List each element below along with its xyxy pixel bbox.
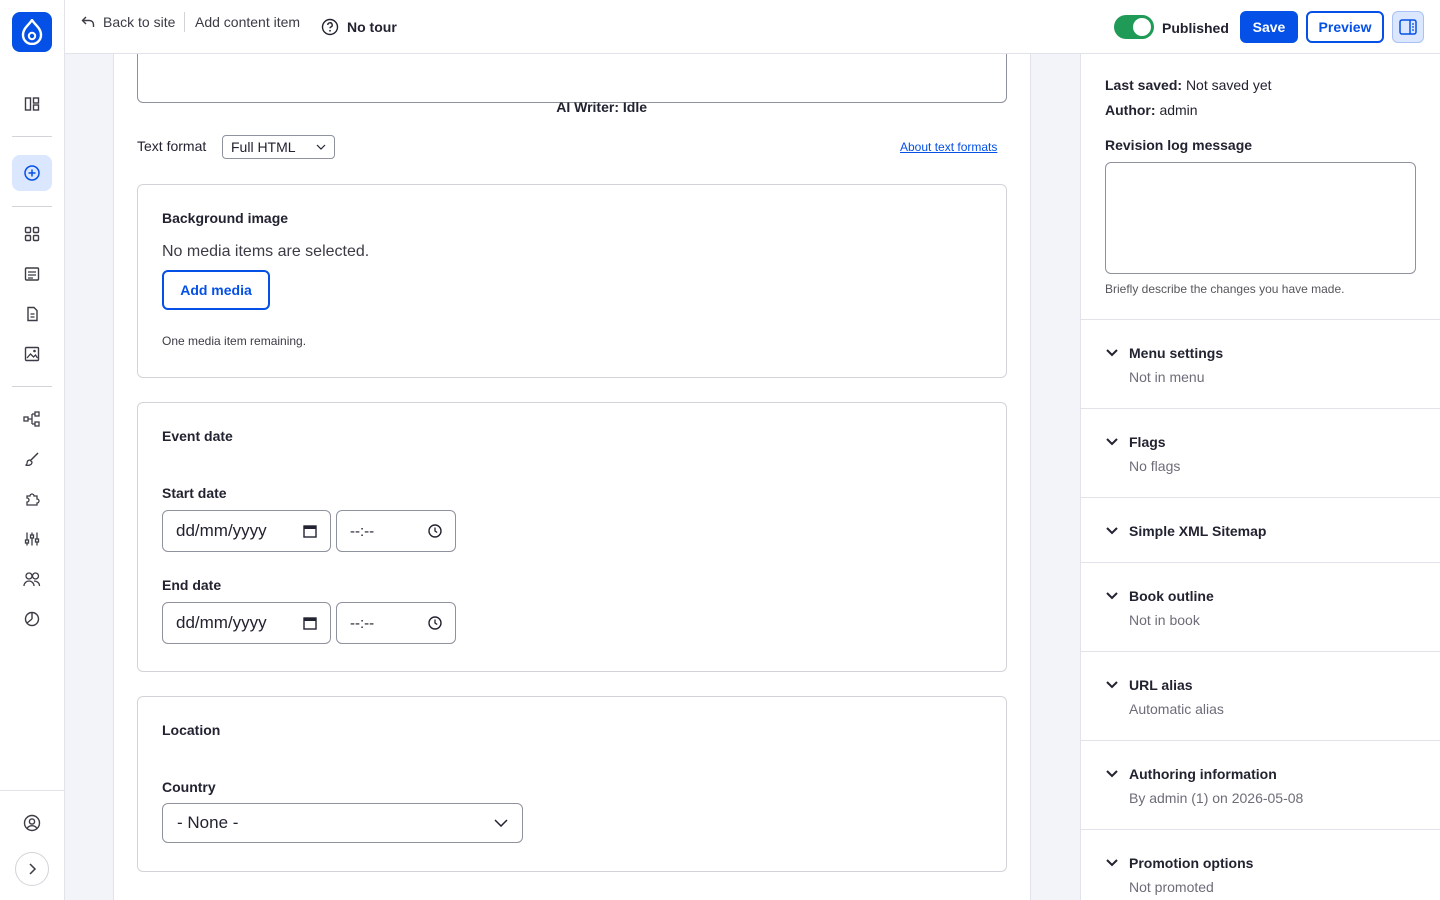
chevron-down-icon (1105, 348, 1119, 358)
accordion-header[interactable]: URL alias (1105, 677, 1193, 693)
chevron-down-icon (1105, 437, 1119, 447)
start-date-label: Start date (162, 485, 227, 501)
chevron-down-icon (1105, 591, 1119, 601)
calendar-icon[interactable] (303, 616, 317, 630)
location-field: Location Country - None - (137, 696, 1007, 872)
add-content-item-label: Add content item (195, 14, 301, 30)
accordion-header[interactable]: Authoring information (1105, 766, 1277, 782)
topbar-divider (184, 12, 185, 32)
menu-settings-summary: Not in menu (1129, 369, 1205, 385)
back-to-site-link[interactable]: Back to site (81, 14, 175, 30)
start-time-placeholder: --:-- (350, 522, 375, 540)
save-button[interactable]: Save (1240, 11, 1298, 43)
revision-log-help: Briefly describe the changes you have ma… (1105, 282, 1345, 296)
meta-sidebar: Last saved: Not saved yet Author: admin … (1080, 54, 1440, 900)
accordion-header[interactable]: Flags (1105, 434, 1166, 450)
text-format-label: Text format (137, 138, 207, 154)
text-format-select[interactable]: Full HTML (222, 135, 335, 159)
end-time-placeholder: --:-- (350, 614, 375, 632)
tour-button[interactable]: No tour (321, 18, 397, 36)
body-editor[interactable] (137, 54, 1007, 103)
end-date-placeholder: dd/mm/yyyy (176, 613, 267, 632)
flags-title: Flags (1129, 434, 1166, 450)
chevron-down-icon (494, 819, 508, 827)
chevron-down-icon (1105, 769, 1119, 779)
add-content-item-link[interactable]: Add content item (195, 14, 300, 30)
accordion-url-alias[interactable]: URL alias Automatic alias (1081, 651, 1440, 740)
calendar-icon[interactable] (303, 524, 317, 538)
url-alias-title: URL alias (1129, 677, 1193, 693)
location-title: Location (162, 722, 221, 738)
end-date-input[interactable]: dd/mm/yyyy (162, 602, 331, 644)
add-media-button[interactable]: Add media (162, 270, 270, 310)
start-time-input[interactable]: --:-- (336, 510, 456, 552)
accordion-header[interactable]: Menu settings (1105, 345, 1223, 361)
main-scroll-area: AI Writer: Idle Text format Full HTML Ab… (0, 54, 1080, 900)
accordion-simple-xml-sitemap[interactable]: Simple XML Sitemap (1081, 497, 1440, 562)
country-select[interactable]: - None - (162, 803, 523, 843)
background-image-title: Background image (162, 210, 289, 226)
media-remaining-text: One media item remaining. (162, 334, 307, 348)
authoring-information-summary: By admin (1) on 2026-05-08 (1129, 790, 1304, 806)
author: Author: admin (1105, 102, 1198, 118)
last-saved-value: Not saved yet (1185, 77, 1272, 93)
sidebar-toggle-icon[interactable] (1392, 11, 1424, 43)
promotion-options-title: Promotion options (1129, 855, 1254, 871)
back-arrow-icon (81, 16, 95, 28)
top-bar: Back to site Add content item No tour Pu… (65, 0, 1440, 54)
clock-icon[interactable] (428, 524, 442, 538)
end-date-label: End date (162, 577, 222, 593)
author-label: Author: (1105, 102, 1156, 118)
chevron-down-icon (1105, 526, 1119, 536)
accordion-flags[interactable]: Flags No flags (1081, 408, 1440, 497)
author-value: admin (1159, 102, 1198, 118)
accordion-header[interactable]: Simple XML Sitemap (1105, 523, 1266, 539)
url-alias-summary: Automatic alias (1129, 701, 1224, 717)
country-value: - None - (177, 813, 239, 832)
about-text-formats-link[interactable]: About text formats (900, 140, 997, 154)
flags-summary: No flags (1129, 458, 1181, 474)
book-outline-title: Book outline (1129, 588, 1214, 604)
sitemap-title: Simple XML Sitemap (1129, 523, 1267, 539)
accordion-menu-settings[interactable]: Menu settings Not in menu (1081, 319, 1440, 408)
drupal-logo-icon[interactable] (12, 12, 52, 52)
revision-log-label: Revision log message (1105, 137, 1253, 153)
ai-writer-status: AI Writer: Idle (556, 99, 647, 115)
no-media-text: No media items are selected. (162, 243, 370, 260)
toggle-knob (1133, 18, 1151, 36)
clock-icon[interactable] (428, 616, 442, 630)
country-label: Country (162, 779, 216, 795)
event-date-title: Event date (162, 428, 233, 444)
accordion-book-outline[interactable]: Book outline Not in book (1081, 562, 1440, 651)
last-saved: Last saved: Not saved yet (1105, 77, 1272, 93)
published-label: Published (1162, 20, 1229, 36)
published-toggle[interactable] (1114, 15, 1154, 39)
background-image-field: Background image No media items are sele… (137, 184, 1007, 378)
menu-settings-title: Menu settings (1129, 345, 1224, 361)
revision-log-textarea[interactable] (1105, 162, 1416, 274)
back-to-site-label: Back to site (103, 14, 176, 30)
end-time-input[interactable]: --:-- (336, 602, 456, 644)
start-date-placeholder: dd/mm/yyyy (176, 521, 267, 540)
accordion-header[interactable]: Promotion options (1105, 855, 1253, 871)
accordion-promotion-options[interactable]: Promotion options Not promoted (1081, 829, 1440, 900)
tour-label: No tour (347, 19, 397, 35)
book-outline-summary: Not in book (1129, 612, 1200, 628)
promotion-options-summary: Not promoted (1129, 879, 1214, 895)
authoring-information-title: Authoring information (1129, 766, 1277, 782)
text-format-value: Full HTML (231, 139, 296, 155)
chevron-down-icon (316, 144, 326, 150)
help-icon (321, 18, 339, 36)
accordion-header[interactable]: Book outline (1105, 588, 1214, 604)
chevron-down-icon (1105, 680, 1119, 690)
accordion-authoring-information[interactable]: Authoring information By admin (1) on 20… (1081, 740, 1440, 829)
start-date-input[interactable]: dd/mm/yyyy (162, 510, 331, 552)
preview-button[interactable]: Preview (1306, 11, 1384, 43)
event-date-field: Event date Start date dd/mm/yyyy --:-- E… (137, 402, 1007, 672)
last-saved-label: Last saved: (1105, 77, 1183, 93)
chevron-down-icon (1105, 858, 1119, 868)
